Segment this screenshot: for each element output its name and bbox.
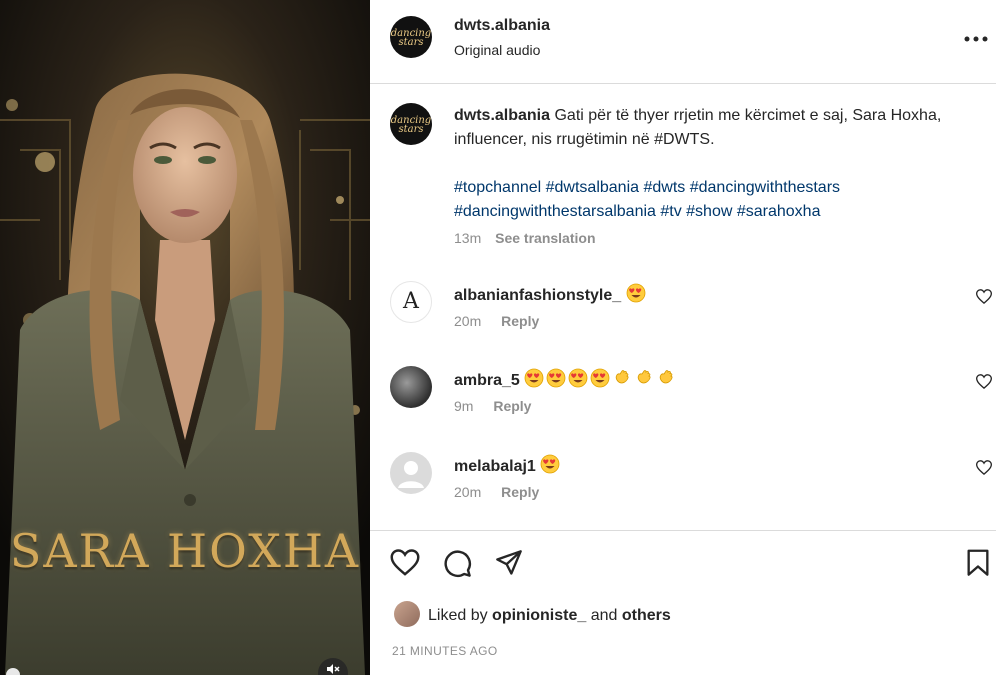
comment-meta: 20m Reply bbox=[454, 313, 539, 329]
default-avatar-icon bbox=[398, 461, 424, 488]
clap-emoji-icon bbox=[616, 370, 629, 384]
likes-others-link[interactable]: others bbox=[622, 607, 671, 624]
caption-text: dwts.albania Gati për të thyer rrjetin m… bbox=[454, 104, 954, 224]
comment-emojis bbox=[540, 454, 562, 475]
heart-eyes-emoji-icon bbox=[590, 368, 610, 388]
share-icon[interactable] bbox=[495, 549, 523, 577]
post-caption: dancing stars dwts.albania Gati për të t… bbox=[370, 84, 996, 264]
caption-avatar[interactable]: dancing stars bbox=[390, 103, 432, 145]
comment-item: A albanianfashionstyle_ 20m Reply bbox=[370, 281, 996, 367]
clap-emoji-icon bbox=[638, 370, 651, 384]
media-name-overlay: SARA HOXHA bbox=[9, 524, 361, 578]
post-media[interactable]: SARA HOXHA bbox=[0, 0, 370, 675]
comment-icon[interactable] bbox=[443, 549, 472, 578]
heart-eyes-emoji-icon bbox=[626, 283, 646, 303]
caption-hashtags[interactable]: #topchannel #dwtsalbania #dwts #dancingw… bbox=[454, 176, 954, 224]
reply-button[interactable]: Reply bbox=[501, 313, 539, 329]
comment-username[interactable]: ambra_5 bbox=[454, 372, 520, 389]
likes-middle: and bbox=[590, 607, 618, 625]
heart-outline-icon[interactable] bbox=[976, 460, 992, 475]
reply-button[interactable]: Reply bbox=[501, 484, 539, 500]
post-actions: Liked by opinioniste_ and others 21 MINU… bbox=[370, 530, 996, 675]
avatar-letter: A bbox=[403, 289, 419, 314]
comment-time: 20m bbox=[454, 313, 482, 329]
comment-avatar[interactable] bbox=[390, 452, 432, 494]
speaker-muted-icon bbox=[327, 664, 340, 674]
liker-avatar[interactable] bbox=[394, 601, 420, 627]
comment-avatar[interactable] bbox=[390, 366, 432, 408]
heart-icon[interactable] bbox=[390, 549, 420, 576]
header-username[interactable]: dwts.albania bbox=[454, 17, 550, 35]
heart-outline-icon[interactable] bbox=[976, 374, 992, 389]
caption-meta: 13m See translation bbox=[454, 230, 596, 246]
comment-emojis bbox=[524, 368, 678, 389]
audio-link[interactable]: Original audio bbox=[454, 42, 540, 58]
heart-outline-icon[interactable] bbox=[976, 289, 992, 304]
comment-time: 20m bbox=[454, 484, 482, 500]
post-timestamp: 21 MINUTES AGO bbox=[392, 644, 498, 658]
comment-avatar[interactable]: A bbox=[390, 281, 432, 323]
post-side-panel: dancing stars dwts.albania Original audi… bbox=[370, 0, 996, 675]
comment-item: ambra_5 9m Reply bbox=[370, 366, 996, 452]
account-avatar[interactable]: dancing stars bbox=[390, 16, 432, 58]
likes-prefix: Liked by bbox=[428, 607, 488, 625]
media-indicator-dot bbox=[6, 668, 20, 675]
liker-username[interactable]: opinioniste_ bbox=[492, 607, 586, 624]
bookmark-icon[interactable] bbox=[966, 549, 990, 577]
comment-meta: 20m Reply bbox=[454, 484, 539, 500]
post-header: dancing stars dwts.albania Original audi… bbox=[370, 0, 996, 84]
clap-emoji-icon bbox=[660, 370, 673, 384]
comment-body: albanianfashionstyle_ bbox=[454, 283, 648, 305]
comment-time: 9m bbox=[454, 398, 474, 414]
more-options-button[interactable] bbox=[964, 24, 988, 46]
heart-eyes-emoji-icon bbox=[524, 368, 544, 388]
comment-username[interactable]: melabalaj1 bbox=[454, 458, 536, 475]
caption-username[interactable]: dwts.albania bbox=[454, 107, 550, 124]
caption-time: 13m bbox=[454, 230, 482, 246]
see-translation-button[interactable]: See translation bbox=[495, 230, 595, 246]
comment-item: melabalaj1 20m Reply bbox=[370, 452, 996, 538]
comment-meta: 9m Reply bbox=[454, 398, 531, 414]
likes-summary: Liked by opinioniste_ and others bbox=[394, 601, 671, 629]
comment-body: melabalaj1 bbox=[454, 454, 562, 476]
reply-button[interactable]: Reply bbox=[493, 398, 531, 414]
logo-text-line2: stars bbox=[398, 37, 424, 48]
logo-text-line2: stars bbox=[398, 124, 424, 135]
comment-emojis bbox=[626, 283, 648, 304]
heart-eyes-emoji-icon bbox=[568, 368, 588, 388]
comment-body: ambra_5 bbox=[454, 368, 678, 390]
ellipsis-icon bbox=[964, 36, 988, 42]
heart-eyes-emoji-icon bbox=[540, 454, 560, 474]
heart-eyes-emoji-icon bbox=[546, 368, 566, 388]
comment-username[interactable]: albanianfashionstyle_ bbox=[454, 287, 621, 304]
